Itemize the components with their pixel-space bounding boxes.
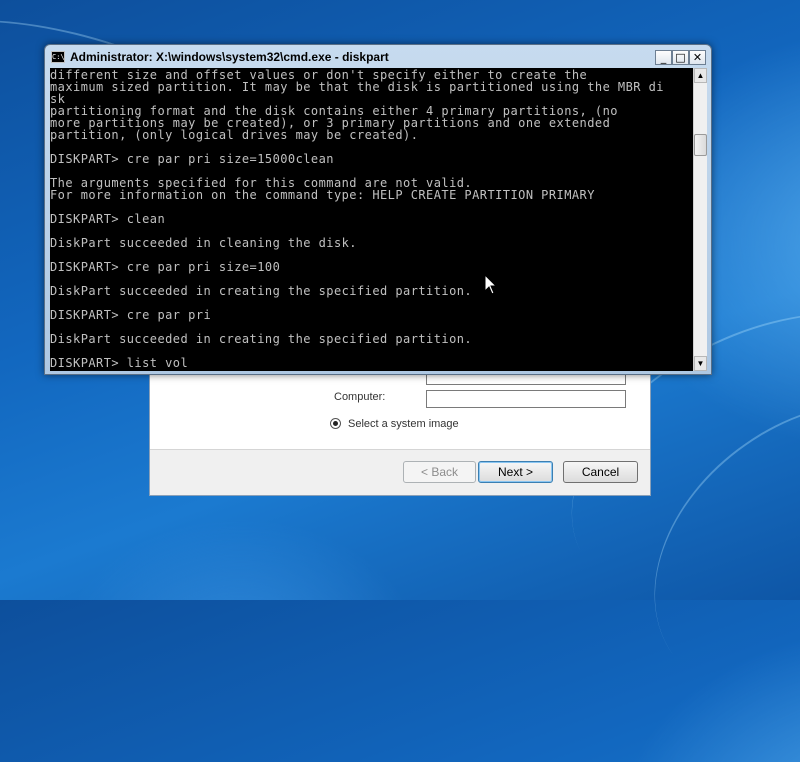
cmd-app-icon[interactable]: C:\ [51, 51, 65, 63]
cmd-titlebar[interactable]: C:\ Administrator: X:\windows\system32\c… [45, 45, 711, 69]
console-line: DiskPart succeeded in cleaning the disk. [50, 236, 357, 250]
console-line: maximum sized partition. It may be that … [50, 80, 664, 94]
console-line: DiskPart succeeded in creating the speci… [50, 332, 473, 346]
maximize-button[interactable]: □ [672, 50, 689, 65]
console-line: partition, (only logical drives may be c… [50, 128, 419, 142]
cmd-window: C:\ Administrator: X:\windows\system32\c… [44, 44, 712, 375]
scroll-up-arrow-icon[interactable]: ▲ [694, 68, 707, 83]
select-system-image-radio[interactable] [330, 418, 341, 429]
computer-label: Computer: [334, 391, 386, 403]
console-line: DISKPART> clean [50, 212, 166, 226]
next-button[interactable]: Next > [478, 461, 553, 483]
minimize-button[interactable]: _ [655, 50, 672, 65]
computer-field[interactable] [426, 390, 626, 408]
select-system-image-label[interactable]: Select a system image [348, 418, 459, 430]
vertical-scrollbar[interactable]: ▲ ▼ [693, 68, 707, 371]
mouse-pointer-icon [484, 274, 498, 295]
scroll-down-arrow-icon[interactable]: ▼ [694, 356, 707, 371]
console-line: DISKPART> cre par pri size=100 [50, 260, 281, 274]
console-line: For more information on the command type… [50, 188, 595, 202]
console-output[interactable]: different size and offset values or don'… [50, 68, 693, 371]
cancel-button[interactable]: Cancel [563, 461, 638, 483]
window-title: Administrator: X:\windows\system32\cmd.e… [70, 50, 389, 64]
console-line: DISKPART> cre par pri [50, 308, 212, 322]
back-button[interactable]: < Back [403, 461, 476, 483]
close-button[interactable]: ✕ [689, 50, 706, 65]
console-line: DISKPART> list vol [50, 356, 189, 370]
scroll-thumb[interactable] [694, 134, 707, 156]
console-text: different size and offset values or don'… [50, 68, 693, 369]
console-line: DiskPart succeeded in creating the speci… [50, 284, 473, 298]
console-line: DISKPART> cre par pri size=15000clean [50, 152, 334, 166]
